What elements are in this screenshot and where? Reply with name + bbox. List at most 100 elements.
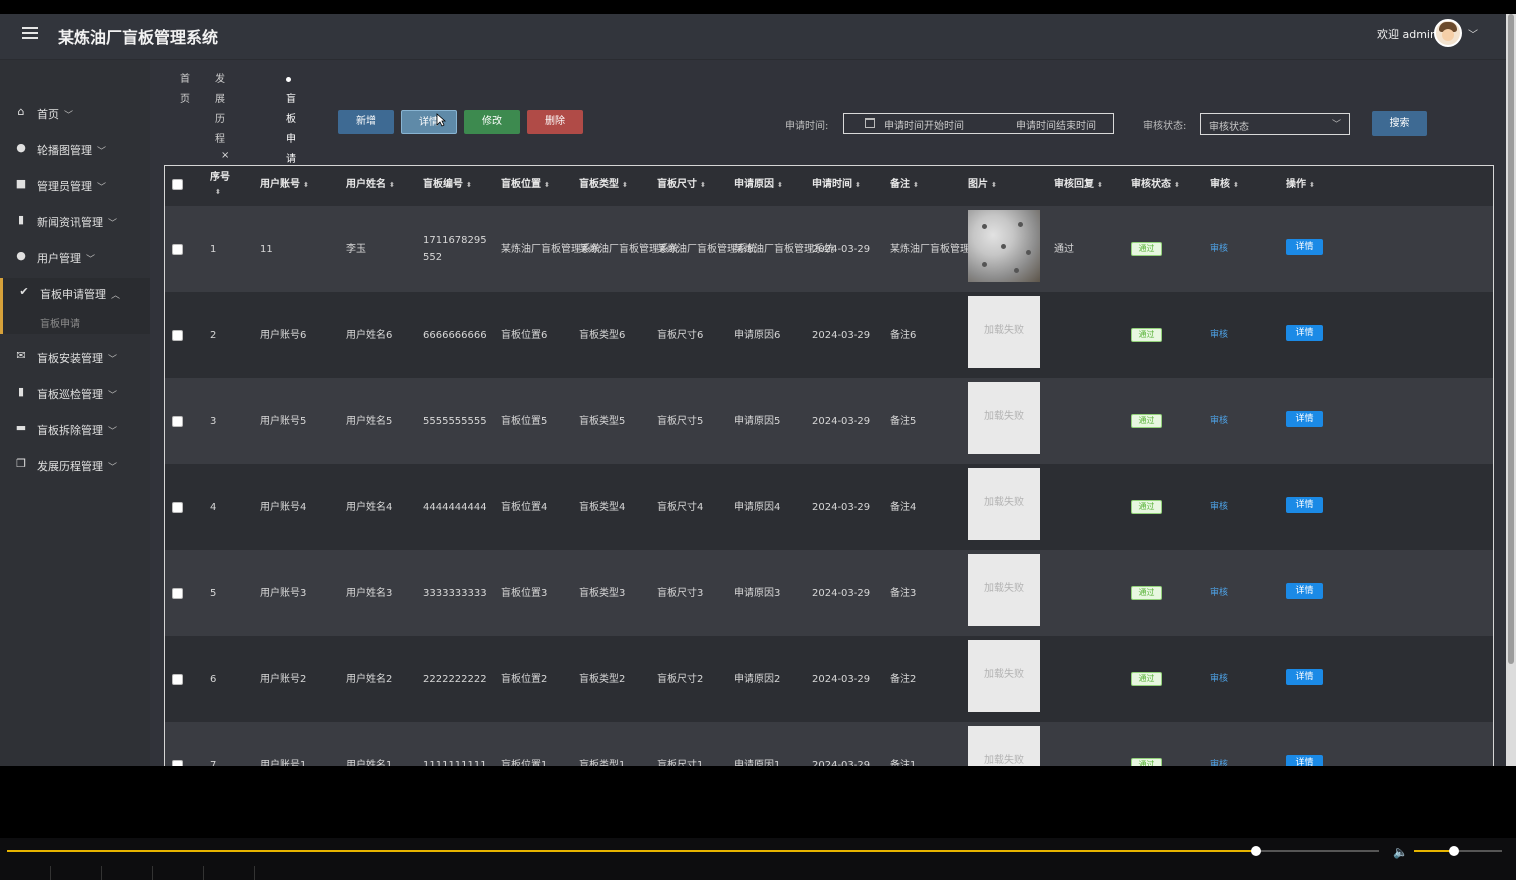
- sidebar-subitem-apply[interactable]: 盲板申请: [0, 308, 150, 334]
- column-header[interactable]: 盲板编号 ⬍: [423, 166, 472, 206]
- blind-plate-image[interactable]: 加载失败: [968, 640, 1040, 712]
- column-header[interactable]: 用户账号 ⬍: [260, 166, 309, 206]
- column-header[interactable]: 盲板位置 ⬍: [501, 166, 550, 206]
- review-link[interactable]: 审核: [1210, 585, 1228, 598]
- edit-button[interactable]: 修改: [464, 110, 520, 134]
- row-detail-button[interactable]: 详情: [1286, 239, 1323, 255]
- row-checkbox[interactable]: [172, 588, 183, 599]
- sort-icon[interactable]: ⬍: [544, 181, 550, 189]
- sort-icon[interactable]: ⬍: [700, 181, 706, 189]
- table-row[interactable]: 7 用户账号1 用户姓名1 1111111111 盲板位置1 盲板类型1 盲板尺寸1 申请原因…: [165, 722, 1493, 766]
- sort-icon[interactable]: ⬍: [466, 181, 472, 189]
- sort-icon[interactable]: ⬍: [991, 181, 997, 189]
- row-checkbox[interactable]: [172, 244, 183, 255]
- sidebar-item-2[interactable]: ■ 管理员管理 ﹀: [0, 170, 150, 200]
- row-checkbox[interactable]: [172, 502, 183, 513]
- blind-plate-image[interactable]: 加载失败: [968, 554, 1040, 626]
- column-header[interactable]: 盲板类型 ⬍: [579, 166, 628, 206]
- column-header[interactable]: 用户姓名 ⬍: [346, 166, 395, 206]
- end-date-input[interactable]: 申请时间结束时间: [1016, 117, 1096, 132]
- column-header[interactable]: 盲板尺寸 ⬍: [657, 166, 706, 206]
- tab-1[interactable]: 发展历程 ×: [211, 70, 233, 161]
- sort-icon[interactable]: ⬍: [1309, 181, 1315, 189]
- close-icon[interactable]: ×: [221, 150, 229, 161]
- sort-icon[interactable]: ⬍: [303, 181, 309, 189]
- row-checkbox[interactable]: [172, 330, 183, 341]
- row-detail-button[interactable]: 详情: [1286, 411, 1323, 427]
- row-checkbox[interactable]: [172, 760, 183, 766]
- blind-plate-image[interactable]: [968, 210, 1040, 282]
- column-header[interactable]: 操作 ⬍: [1286, 166, 1315, 206]
- sort-icon[interactable]: ⬍: [913, 181, 919, 189]
- cell-no: 1: [210, 244, 217, 255]
- sidebar-item-8[interactable]: ▬ 盲板拆除管理 ﹀: [0, 414, 150, 444]
- detail-button[interactable]: 详情: [401, 110, 457, 134]
- table-row[interactable]: 3 用户账号5 用户姓名5 5555555555 盲板位置5 盲板类型5 盲板尺寸5 申请原因…: [165, 378, 1493, 464]
- sort-icon[interactable]: ⬍: [855, 181, 861, 189]
- search-button[interactable]: 搜索: [1372, 111, 1427, 136]
- column-header[interactable]: 审核状态 ⬍: [1131, 166, 1180, 206]
- sidebar-item-9[interactable]: ❐ 发展历程管理 ﹀: [0, 450, 150, 480]
- row-detail-button[interactable]: 详情: [1286, 583, 1323, 599]
- select-all-checkbox[interactable]: [172, 179, 183, 190]
- column-header[interactable]: 申请原因 ⬍: [734, 166, 783, 206]
- review-link[interactable]: 审核: [1210, 499, 1228, 512]
- sidebar-item-4[interactable]: ● 用户管理 ﹀: [0, 242, 150, 272]
- review-link[interactable]: 审核: [1210, 327, 1228, 340]
- tab-0[interactable]: 首页: [176, 70, 194, 105]
- row-detail-button[interactable]: 详情: [1286, 755, 1323, 766]
- speaker-icon[interactable]: 🔈: [1393, 845, 1408, 859]
- status-select[interactable]: 审核状态 ﹀: [1200, 113, 1350, 135]
- tab-2[interactable]: 盲板申请×: [282, 70, 304, 181]
- sort-icon[interactable]: ⬍: [1233, 181, 1239, 189]
- sort-icon[interactable]: ⬍: [215, 185, 230, 199]
- blind-plate-image[interactable]: 加载失败: [968, 382, 1040, 454]
- column-header[interactable]: 审核 ⬍: [1210, 166, 1239, 206]
- blind-plate-image[interactable]: 加载失败: [968, 468, 1040, 540]
- column-header[interactable]: 序号 ⬍: [210, 171, 230, 211]
- table-row[interactable]: 4 用户账号4 用户姓名4 4444444444 盲板位置4 盲板类型4 盲板尺寸4 申请原因…: [165, 464, 1493, 550]
- chevron-down-icon[interactable]: ﹀: [1468, 26, 1478, 41]
- review-link[interactable]: 审核: [1210, 757, 1228, 766]
- date-range-picker[interactable]: 申请时间开始时间 申请时间结束时间: [843, 113, 1114, 134]
- table-row[interactable]: 2 用户账号6 用户姓名6 6666666666 盲板位置6 盲板类型6 盲板尺寸6 申请原因…: [165, 292, 1493, 378]
- row-checkbox[interactable]: [172, 674, 183, 685]
- progress-bar[interactable]: [7, 850, 1379, 852]
- sort-icon[interactable]: ⬍: [1097, 181, 1103, 189]
- review-link[interactable]: 审核: [1210, 413, 1228, 426]
- progress-handle[interactable]: [1250, 846, 1261, 856]
- blind-plate-image[interactable]: 加载失败: [968, 296, 1040, 368]
- review-link[interactable]: 审核: [1210, 241, 1228, 254]
- avatar[interactable]: [1434, 19, 1462, 47]
- sidebar-item-0[interactable]: ⌂ 首页 ﹀: [0, 98, 150, 128]
- column-header[interactable]: 申请时间 ⬍: [812, 166, 861, 206]
- sort-icon[interactable]: ⬍: [389, 181, 395, 189]
- sidebar-item-7[interactable]: ▮ 盲板巡检管理 ﹀: [0, 378, 150, 408]
- row-checkbox[interactable]: [172, 416, 183, 427]
- sidebar-item-1[interactable]: ● 轮播图管理 ﹀: [0, 134, 150, 164]
- sort-icon[interactable]: ⬍: [777, 181, 783, 189]
- sidebar-item-6[interactable]: ✉ 盲板安装管理 ﹀: [0, 342, 150, 372]
- add-button[interactable]: 新增: [338, 110, 394, 134]
- table-row[interactable]: 5 用户账号3 用户姓名3 3333333333 盲板位置3 盲板类型3 盲板尺寸3 申请原因…: [165, 550, 1493, 636]
- start-date-input[interactable]: 申请时间开始时间: [884, 117, 964, 132]
- volume-handle[interactable]: [1448, 846, 1459, 856]
- blind-plate-image[interactable]: 加载失败: [968, 726, 1040, 766]
- column-header[interactable]: 审核回复 ⬍: [1054, 166, 1103, 206]
- sidebar-item-5[interactable]: ✔ 盲板申请管理 ︿: [0, 278, 150, 308]
- row-detail-button[interactable]: 详情: [1286, 325, 1323, 341]
- page-scrollbar[interactable]: [1506, 14, 1516, 766]
- row-detail-button[interactable]: 详情: [1286, 669, 1323, 685]
- sort-icon[interactable]: ⬍: [1174, 181, 1180, 189]
- review-link[interactable]: 审核: [1210, 671, 1228, 684]
- column-header[interactable]: 图片 ⬍: [968, 166, 997, 206]
- sidebar-item-3[interactable]: ▮ 新闻资讯管理 ﹀: [0, 206, 150, 236]
- row-detail-button[interactable]: 详情: [1286, 497, 1323, 513]
- table-row[interactable]: 1 11 李玉 1711678295552 某炼油厂盲板管理系统 某炼油厂盲板管理系统 某炼…: [165, 206, 1493, 292]
- column-header[interactable]: 备注 ⬍: [890, 166, 919, 206]
- sort-icon[interactable]: ⬍: [622, 181, 628, 189]
- delete-button[interactable]: 删除: [527, 110, 583, 134]
- scrollbar-thumb[interactable]: [1508, 14, 1514, 664]
- table-row[interactable]: 6 用户账号2 用户姓名2 2222222222 盲板位置2 盲板类型2 盲板尺寸2 申请原因…: [165, 636, 1493, 722]
- hamburger-icon[interactable]: [22, 27, 38, 41]
